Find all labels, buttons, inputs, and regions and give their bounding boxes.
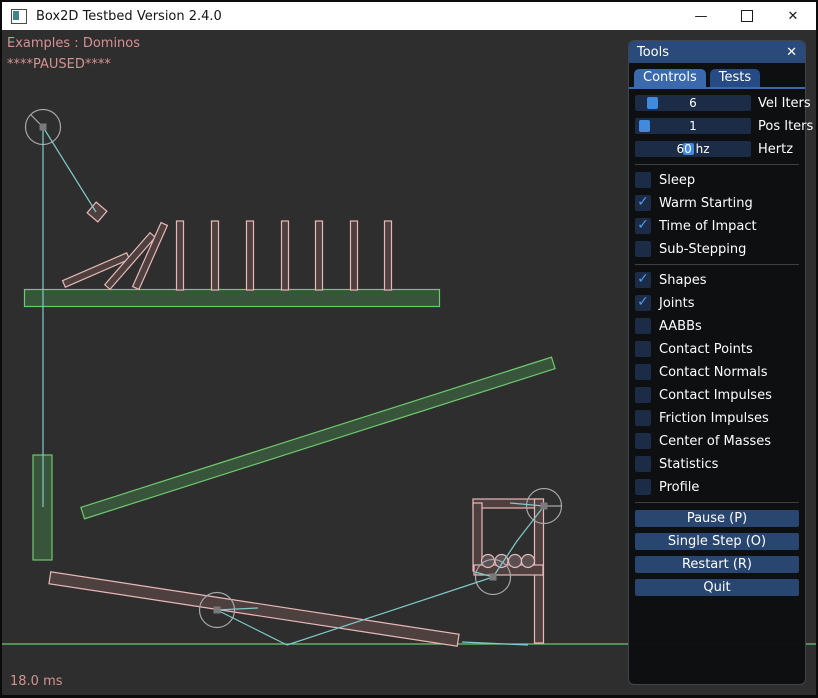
slider-row-hertz: 60 hz Hertz bbox=[635, 141, 799, 157]
checkbox-checked[interactable]: ✓ bbox=[635, 295, 651, 311]
tab-bar: ControlsTests bbox=[629, 63, 805, 89]
tools-panel-titlebar[interactable]: Tools ✕ bbox=[629, 41, 805, 63]
domino-upright-7 bbox=[385, 221, 392, 290]
window-title: Box2D Testbed Version 2.4.0 bbox=[36, 9, 222, 24]
domino-upright-5 bbox=[316, 221, 323, 290]
checkbox-row-contact-normals[interactable]: Contact Normals bbox=[635, 364, 799, 380]
checkbox-unchecked[interactable] bbox=[635, 410, 651, 426]
tab-tests[interactable]: Tests bbox=[710, 69, 760, 87]
domino-upright-3 bbox=[247, 221, 254, 290]
anchor-seesaw bbox=[214, 607, 221, 614]
checkbox-label: Time of Impact bbox=[659, 219, 757, 234]
checkbox-checked[interactable]: ✓ bbox=[635, 218, 651, 234]
domino-upright-1 bbox=[177, 221, 184, 290]
separator bbox=[635, 164, 799, 165]
maximize-icon bbox=[741, 10, 753, 22]
checkbox-label: Contact Normals bbox=[659, 365, 768, 380]
cradle-ball-3 bbox=[509, 555, 522, 568]
checkbox-row-profile[interactable]: Profile bbox=[635, 479, 799, 495]
minimize-button[interactable]: — bbox=[678, 2, 724, 30]
cradle-ball-1 bbox=[482, 555, 495, 568]
close-button[interactable]: ✕ bbox=[770, 2, 816, 30]
checkbox-unchecked[interactable] bbox=[635, 241, 651, 257]
checkbox-unchecked[interactable] bbox=[635, 341, 651, 357]
slider-row-pos-iters: 1Pos Iters bbox=[635, 118, 799, 134]
slider-value: 1 bbox=[635, 118, 751, 134]
checkbox-label: Friction Impulses bbox=[659, 411, 769, 426]
maximize-button[interactable] bbox=[724, 2, 770, 30]
checkbox-checked[interactable]: ✓ bbox=[635, 195, 651, 211]
slider-value: 6 bbox=[635, 95, 751, 111]
checkbox-row-warm-starting[interactable]: ✓ Warm Starting bbox=[635, 195, 799, 211]
app-icon bbox=[11, 9, 27, 24]
single-step-o-button[interactable]: Single Step (O) bbox=[635, 533, 799, 550]
checkbox-unchecked[interactable] bbox=[635, 456, 651, 472]
checkbox-label: Profile bbox=[659, 480, 699, 495]
slider-label: Pos Iters bbox=[758, 119, 813, 134]
checkbox-row-friction-impulses[interactable]: Friction Impulses bbox=[635, 410, 799, 426]
slider-label: Hertz bbox=[758, 142, 793, 157]
checkbox-unchecked[interactable] bbox=[635, 479, 651, 495]
checkbox-row-contact-impulses[interactable]: Contact Impulses bbox=[635, 387, 799, 403]
tools-panel: Tools ✕ ControlsTests 6Vel Iters 1Pos Ite… bbox=[628, 40, 806, 685]
checkbox-label: Joints bbox=[659, 296, 695, 311]
domino-upright-6 bbox=[351, 221, 358, 290]
slider-vel-iters[interactable]: 6 bbox=[635, 95, 751, 111]
checkbox-unchecked[interactable] bbox=[635, 318, 651, 334]
panel-content: 6Vel Iters 1Pos Iters 60 hz Hertz Sleep ✓ Warm… bbox=[629, 89, 805, 596]
domino-upright-4 bbox=[282, 221, 289, 290]
slider-value: 60 hz bbox=[635, 141, 751, 157]
separator bbox=[635, 502, 799, 503]
checkbox-row-joints[interactable]: ✓ Joints bbox=[635, 295, 799, 311]
panel-close-icon[interactable]: ✕ bbox=[786, 46, 797, 59]
checkbox-label: Sleep bbox=[659, 173, 695, 188]
paused-label: ****PAUSED**** bbox=[7, 57, 111, 72]
slider-hertz[interactable]: 60 hz bbox=[635, 141, 751, 157]
domino-upright-2 bbox=[212, 221, 219, 290]
slider-row-vel-iters: 6Vel Iters bbox=[635, 95, 799, 111]
checkbox-row-center-of-masses[interactable]: Center of Masses bbox=[635, 433, 799, 449]
anchor-pendulum bbox=[40, 124, 47, 131]
checkbox-row-sub-stepping[interactable]: Sub-Stepping bbox=[635, 241, 799, 257]
window-controls: — ✕ bbox=[678, 2, 816, 30]
checkbox-label: Sub-Stepping bbox=[659, 242, 746, 257]
checkbox-checked[interactable]: ✓ bbox=[635, 272, 651, 288]
tab-controls[interactable]: Controls bbox=[634, 69, 706, 87]
frame-top-bar bbox=[473, 499, 543, 508]
checkbox-unchecked[interactable] bbox=[635, 387, 651, 403]
checkbox-label: Contact Impulses bbox=[659, 388, 772, 403]
slider-label: Vel Iters bbox=[758, 96, 811, 111]
checkbox-label: Statistics bbox=[659, 457, 718, 472]
checkbox-unchecked[interactable] bbox=[635, 433, 651, 449]
checkbox-row-time-of-impact[interactable]: ✓ Time of Impact bbox=[635, 218, 799, 234]
frame-time-label: 18.0 ms bbox=[10, 674, 63, 689]
frame-left-post bbox=[473, 503, 482, 571]
quit-button[interactable]: Quit bbox=[635, 579, 799, 596]
checkbox-row-shapes[interactable]: ✓ Shapes bbox=[635, 272, 799, 288]
checkbox-label: Warm Starting bbox=[659, 196, 753, 211]
checkbox-unchecked[interactable] bbox=[635, 172, 651, 188]
checkbox-label: AABBs bbox=[659, 319, 702, 334]
anchor-hanging bbox=[490, 574, 497, 581]
checkbox-label: Contact Points bbox=[659, 342, 753, 357]
checkbox-label: Shapes bbox=[659, 273, 706, 288]
anchor-frame-top bbox=[541, 503, 548, 510]
separator bbox=[635, 264, 799, 265]
cradle-ball-4 bbox=[522, 555, 535, 568]
checkbox-row-sleep[interactable]: Sleep bbox=[635, 172, 799, 188]
checkbox-row-statistics[interactable]: Statistics bbox=[635, 456, 799, 472]
tools-panel-title: Tools bbox=[637, 45, 669, 60]
domino-platform bbox=[25, 290, 440, 307]
checkbox-row-aabbs[interactable]: AABBs bbox=[635, 318, 799, 334]
box2d-testbed-window: { "window": { "title": "Box2D Testbed Ve… bbox=[0, 0, 818, 698]
pause-p-button[interactable]: Pause (P) bbox=[635, 510, 799, 527]
example-name-label: Examples : Dominos bbox=[7, 36, 140, 51]
checkbox-label: Center of Masses bbox=[659, 434, 771, 449]
restart-r-button[interactable]: Restart (R) bbox=[635, 556, 799, 573]
slider-pos-iters[interactable]: 1 bbox=[635, 118, 751, 134]
checkbox-unchecked[interactable] bbox=[635, 364, 651, 380]
checkbox-row-contact-points[interactable]: Contact Points bbox=[635, 341, 799, 357]
window-titlebar[interactable]: Box2D Testbed Version 2.4.0 — ✕ bbox=[2, 2, 816, 30]
